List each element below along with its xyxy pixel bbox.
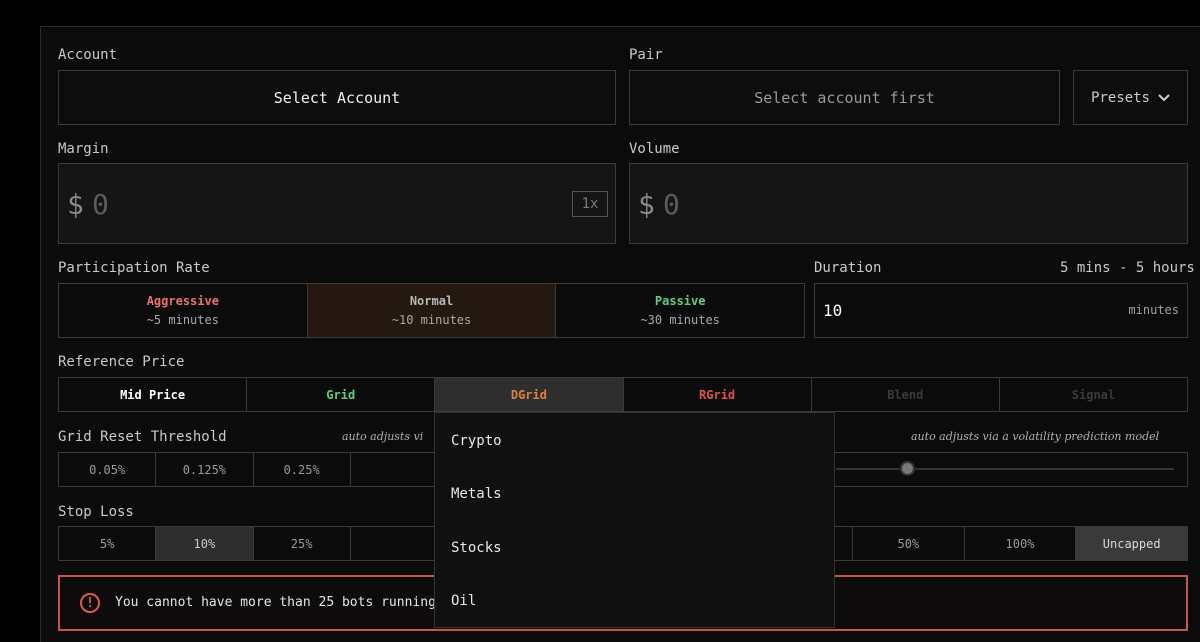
account-select[interactable]: Select Account [58, 70, 616, 125]
grid-reset-option[interactable]: 0.25% [254, 453, 351, 486]
stop-loss-option[interactable]: 5% [59, 527, 157, 560]
participation-option-normal[interactable]: Normal ~10 minutes [307, 284, 557, 337]
presets-label: Presets [1090, 89, 1150, 106]
stop-loss-label: Stop Loss [58, 504, 134, 520]
duration-value: 10 [823, 301, 843, 320]
grid-reset-note: auto adjusts vi [342, 430, 424, 443]
stop-loss-option[interactable]: 10% [156, 527, 254, 560]
reference-price-label: Reference Price [58, 354, 185, 370]
pair-select-value: Select account first [754, 88, 935, 107]
duration-label: Duration [814, 260, 882, 276]
account-select-value: Select Account [273, 88, 401, 107]
dropdown-option-metals[interactable]: Metals [451, 486, 502, 502]
volatility-note: auto adjusts via a volatility prediction… [911, 430, 1160, 443]
stop-loss-options-right: 50% 100% Uncapped [820, 526, 1188, 561]
margin-value: 0 [92, 188, 109, 221]
grid-reset-option[interactable]: 0.05% [59, 453, 157, 486]
slider-track [836, 468, 1174, 470]
volume-currency: $ [638, 188, 655, 221]
ref-option-dgrid[interactable]: DGrid [435, 378, 624, 411]
duration-range: 5 mins - 5 hours [1060, 260, 1195, 276]
pair-select[interactable]: Select account first [629, 70, 1060, 125]
duration-unit: minutes [1128, 303, 1179, 317]
account-label: Account [58, 47, 118, 63]
stop-loss-option[interactable]: 25% [254, 527, 351, 560]
participation-label: Participation Rate [58, 260, 210, 276]
presets-button[interactable]: Presets [1073, 70, 1188, 125]
grid-reset-options: 0.05% 0.125% 0.25% [58, 452, 448, 487]
participation-option-passive[interactable]: Passive ~30 minutes [556, 284, 804, 337]
margin-field[interactable]: $ 0 1x [58, 163, 616, 244]
participation-option-aggressive[interactable]: Aggressive ~5 minutes [59, 284, 308, 337]
stop-loss-option[interactable]: 100% [965, 527, 1077, 560]
volume-value: 0 [663, 188, 680, 221]
volume-label: Volume [629, 141, 680, 157]
option-subtitle: ~5 minutes [146, 313, 219, 327]
stop-loss-option[interactable]: 50% [853, 527, 965, 560]
option-subtitle: ~30 minutes [640, 313, 720, 327]
slider-thumb[interactable] [900, 461, 915, 476]
ref-option-grid[interactable]: Grid [247, 378, 436, 411]
option-title: Passive [654, 294, 706, 308]
grid-reset-option[interactable] [351, 453, 447, 486]
option-title: Aggressive [146, 294, 219, 308]
chevron-down-icon [1158, 90, 1170, 106]
ref-option-mid-price[interactable]: Mid Price [59, 378, 248, 411]
margin-currency: $ [67, 188, 84, 221]
dropdown-option-oil[interactable]: Oil [451, 593, 476, 609]
grid-reset-label: Grid Reset Threshold [58, 429, 227, 445]
stop-loss-option[interactable] [351, 527, 447, 560]
leverage-button[interactable]: 1x [572, 191, 608, 217]
pair-label: Pair [629, 47, 663, 63]
option-title: Normal [409, 294, 454, 308]
reference-price-selector: Mid Price Grid DGrid RGrid Blend Signal [58, 377, 1188, 412]
alert-message: You cannot have more than 25 bots runnin… [115, 595, 483, 610]
stop-loss-options-left: 5% 10% 25% [58, 526, 448, 561]
ref-option-signal[interactable]: Signal [1000, 378, 1187, 411]
participation-selector: Aggressive ~5 minutes Normal ~10 minutes… [58, 283, 805, 338]
dropdown-option-stocks[interactable]: Stocks [451, 540, 502, 556]
dropdown-option-crypto[interactable]: Crypto [451, 433, 502, 449]
ref-option-rgrid[interactable]: RGrid [624, 378, 812, 411]
option-subtitle: ~10 minutes [391, 313, 472, 327]
margin-label: Margin [58, 141, 109, 157]
stop-loss-option[interactable]: Uncapped [1076, 527, 1187, 560]
grid-reset-option[interactable]: 0.125% [156, 453, 254, 486]
duration-input[interactable]: 10 minutes [814, 283, 1188, 338]
ref-option-blend[interactable]: Blend [812, 378, 1000, 411]
volume-field[interactable]: $ 0 [629, 163, 1188, 244]
alert-icon: ! [80, 593, 100, 613]
category-dropdown: Crypto Metals Stocks Oil [434, 412, 835, 628]
